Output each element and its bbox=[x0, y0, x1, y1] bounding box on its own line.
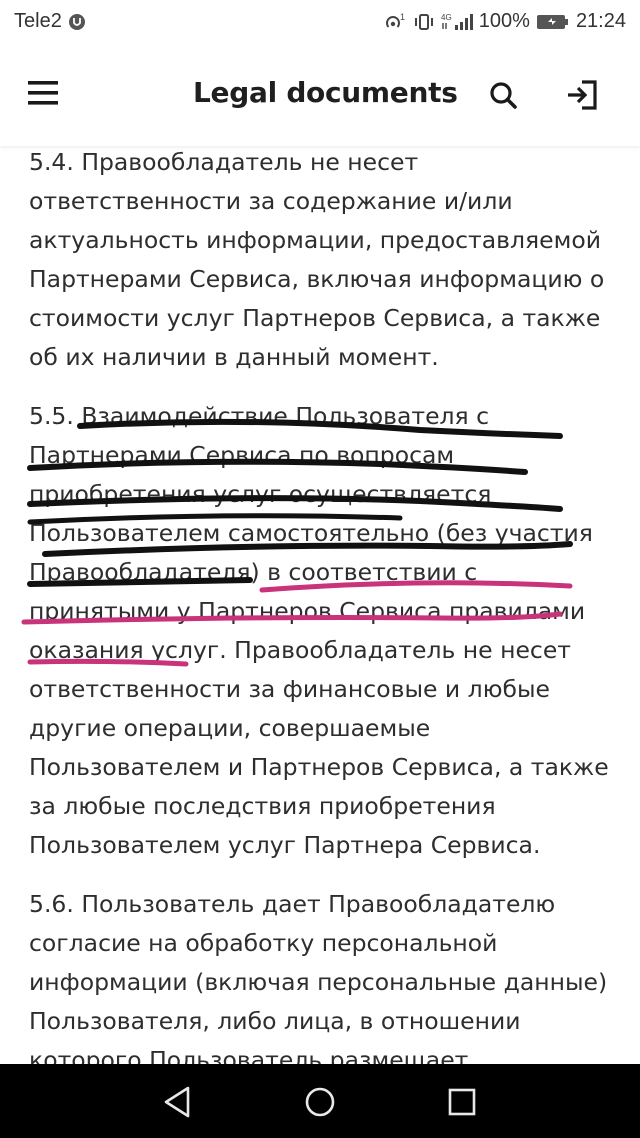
navigation-bar bbox=[0, 1064, 640, 1138]
app-header: Legal documents bbox=[0, 44, 640, 146]
volte-icon bbox=[68, 13, 86, 31]
text-line: актуальность информации, предоставляемой bbox=[29, 226, 601, 254]
text-line: Партнерами Сервиса по вопросам bbox=[29, 441, 455, 469]
home-icon bbox=[305, 1087, 335, 1117]
text-line: 5.6. Пользователь дает Правообладателю bbox=[29, 890, 556, 918]
page-title: Legal documents bbox=[193, 76, 458, 109]
text-line: 5.4. Правообладатель не несет bbox=[29, 148, 419, 176]
text-line: ответственности за содержание и/или bbox=[29, 187, 513, 215]
status-bar: Tele2 1 4G 100% 21:24 bbox=[0, 0, 640, 44]
status-right: 1 4G 100% 21:24 bbox=[383, 10, 626, 33]
text-line: согласие на обработку персональной bbox=[29, 929, 498, 957]
text-line: Пользователем самостоятельно (без участи… bbox=[29, 519, 593, 547]
text-line: которого Пользователь размещает bbox=[29, 1046, 469, 1064]
text-line: Пользователя, либо лица, в отношении bbox=[29, 1007, 521, 1035]
search-button[interactable] bbox=[487, 79, 521, 113]
menu-button[interactable] bbox=[28, 78, 58, 108]
recents-button[interactable] bbox=[442, 1082, 482, 1122]
recents-icon bbox=[448, 1088, 476, 1116]
text-line: другие операции, совершаемые bbox=[29, 714, 431, 742]
paragraph-5-6: 5.6. Пользователь дает Правообладателю с… bbox=[29, 885, 619, 1064]
text-line: принятыми у Партнеров Сервиса правилами bbox=[29, 597, 586, 625]
carrier-name: Tele2 bbox=[14, 10, 62, 32]
text-line: приобретения услуг осуществляется bbox=[29, 480, 492, 508]
text-line: Правообладателя) в соответствии с bbox=[29, 558, 478, 586]
vibrate-icon bbox=[413, 12, 435, 32]
clock: 21:24 bbox=[575, 10, 626, 32]
text-line: за любые последствия приобретения bbox=[29, 792, 496, 820]
paragraph-5-4: 5.4. Правообладатель не несет ответствен… bbox=[29, 146, 619, 377]
text-line: об их наличии в данный момент. bbox=[29, 343, 439, 371]
paragraph-5-5: 5.5. Взаимодействие Пользователя с Партн… bbox=[29, 397, 619, 865]
text-line: информации (включая персональные данные) bbox=[29, 968, 608, 996]
svg-text:1: 1 bbox=[400, 12, 405, 22]
back-icon bbox=[164, 1086, 190, 1118]
text-line: Партнерами Сервиса, включая информацию о bbox=[29, 265, 605, 293]
hotspot-icon: 1 bbox=[383, 12, 407, 32]
signal-icon: 4G bbox=[441, 12, 473, 32]
battery-icon bbox=[536, 13, 570, 31]
battery-percent: 100% bbox=[478, 10, 530, 32]
text-line: оказания услуг. Правообладатель не несет bbox=[29, 636, 571, 664]
text-line: Пользователем и Партнеров Сервиса, а так… bbox=[29, 753, 609, 781]
login-button[interactable] bbox=[565, 78, 599, 112]
document-text: 5.4. Правообладатель не несет ответствен… bbox=[29, 146, 619, 1064]
home-button[interactable] bbox=[300, 1082, 340, 1122]
status-left: Tele2 bbox=[14, 10, 86, 33]
text-line: Пользователем услуг Партнера Сервиса. bbox=[29, 831, 541, 859]
menu-icon bbox=[28, 81, 58, 105]
login-icon bbox=[568, 80, 597, 110]
text-line: 5.5. Взаимодействие Пользователя с bbox=[29, 402, 490, 430]
back-button[interactable] bbox=[158, 1082, 198, 1122]
document-content[interactable]: 5.4. Правообладатель не несет ответствен… bbox=[0, 146, 640, 1064]
search-icon bbox=[490, 82, 517, 109]
network-type: 4G bbox=[441, 13, 452, 22]
text-line: стоимости услуг Партнеров Сервиса, а так… bbox=[29, 304, 601, 332]
text-line: ответственности за финансовые и любые bbox=[29, 675, 550, 703]
